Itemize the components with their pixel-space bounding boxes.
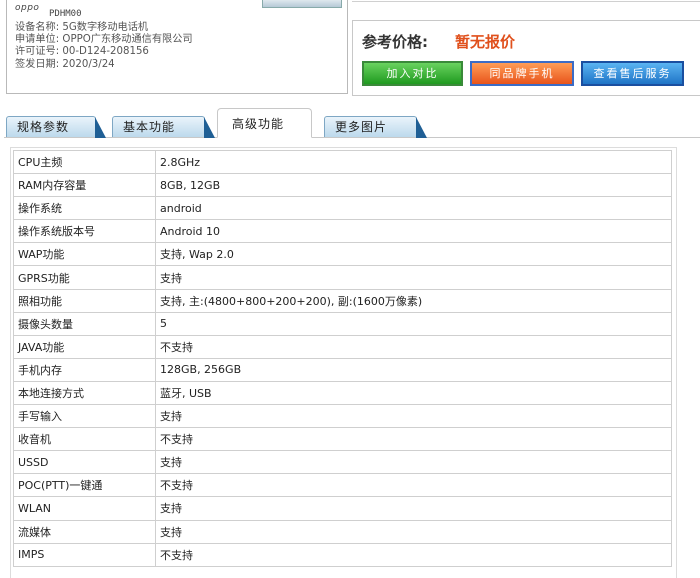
brand-logo: oppo <box>15 3 40 13</box>
device-name-line: 设备名称: 5G数字移动电话机 <box>15 22 149 33</box>
spec-value: 支持, Wap 2.0 <box>155 242 672 267</box>
spec-value: 支持 <box>155 519 672 544</box>
spec-value: 不支持 <box>155 427 672 452</box>
spec-value: android <box>155 196 672 221</box>
table-row: 本地连接方式 蓝牙, USB <box>13 380 672 406</box>
spec-key: 流媒体 <box>13 519 156 544</box>
spec-value: 蓝牙, USB <box>155 380 672 406</box>
table-row: IMPS 不支持 <box>13 542 672 567</box>
spec-value: 支持 <box>155 265 672 290</box>
tab-basic-functions[interactable]: 基本功能 <box>112 116 215 138</box>
table-row: RAM内存容量 8GB, 12GB <box>13 173 672 198</box>
spec-value: Android 10 <box>155 219 672 244</box>
applicant-line: 申请单位: OPPO广东移动通信有限公司 <box>15 34 193 46</box>
certificate-info: 设备名称: 5G数字移动电话机 申请单位: OPPO广东移动通信有限公司 许可证… <box>15 22 193 71</box>
spec-key: GPRS功能 <box>13 265 156 290</box>
price-value: 暂无报价 <box>455 33 516 51</box>
table-row: USSD 支持 <box>13 450 672 475</box>
table-row: JAVA功能 不支持 <box>13 334 672 359</box>
spec-value: 8GB, 12GB <box>155 173 672 198</box>
add-to-compare-button[interactable]: 加入对比 <box>362 61 463 86</box>
table-row: 手机内存 128GB, 256GB <box>13 357 672 382</box>
spec-key: RAM内存容量 <box>13 173 156 198</box>
spec-key: POC(PTT)一键通 <box>13 473 156 498</box>
model-code: PDHM00 <box>49 9 82 19</box>
spec-value: 5 <box>155 311 672 336</box>
spec-key: 手写输入 <box>13 404 156 429</box>
issue-date-line: 签发日期: 2020/3/24 <box>15 58 115 70</box>
after-sales-service-button[interactable]: 查看售后服务 <box>581 61 684 86</box>
table-row: 摄像头数量 5 <box>13 311 672 336</box>
spec-key: 操作系统 <box>13 196 156 221</box>
certificate-image <box>262 0 342 8</box>
table-row: GPRS功能 支持 <box>13 265 672 290</box>
spec-value: 支持 <box>155 404 672 429</box>
spec-key: CPU主频 <box>13 149 156 175</box>
table-row: 操作系统版本号 Android 10 <box>13 219 672 244</box>
spec-key: 照相功能 <box>13 288 156 313</box>
divider <box>352 1 700 2</box>
table-row: POC(PTT)一键通 不支持 <box>13 473 672 498</box>
spec-value: 不支持 <box>155 473 672 498</box>
table-row: 收音机 不支持 <box>13 427 672 452</box>
spec-value: 128GB, 256GB <box>155 357 672 382</box>
spec-key: 操作系统版本号 <box>13 219 156 244</box>
tab-specifications[interactable]: 规格参数 <box>6 116 106 138</box>
price-panel: 参考价格: 暂无报价 加入对比 同品牌手机 查看售后服务 <box>352 20 700 96</box>
table-row: 照相功能 支持, 主:(4800+800+200+200), 副:(1600万像素… <box>13 288 672 313</box>
spec-value: 支持 <box>155 450 672 475</box>
spec-value: 支持, 主:(4800+800+200+200), 副:(1600万像素) <box>155 288 672 313</box>
spec-table: CPU主频 2.8GHz RAM内存容量 8GB, 12GB 操作系统 android 操作… <box>13 149 672 567</box>
spec-key: WLAN <box>13 496 156 521</box>
spec-key: WAP功能 <box>13 242 156 267</box>
spec-key: 摄像头数量 <box>13 311 156 336</box>
product-info-panel: oppo PDHM00 设备名称: 5G数字移动电话机 申请单位: OPPO广东… <box>6 0 348 94</box>
spec-value: 不支持 <box>155 334 672 359</box>
price-label: 参考价格: <box>362 33 428 51</box>
license-number-line: 许可证号: 00-D124-208156 <box>15 46 149 58</box>
spec-value: 支持 <box>155 496 672 521</box>
spec-key: 手机内存 <box>13 357 156 382</box>
spec-key: USSD <box>13 450 156 475</box>
table-row: WAP功能 支持, Wap 2.0 <box>13 242 672 267</box>
spec-key: 本地连接方式 <box>13 380 156 406</box>
table-row: 操作系统 android <box>13 196 672 221</box>
table-row: 手写输入 支持 <box>13 404 672 429</box>
spec-value: 2.8GHz <box>155 149 672 175</box>
table-row: CPU主频 2.8GHz <box>13 149 672 175</box>
spec-key: IMPS <box>13 542 156 567</box>
spec-key: JAVA功能 <box>13 334 156 359</box>
tab-bar: 规格参数 基本功能 高级功能 更多图片 <box>4 108 700 138</box>
tab-more-pictures[interactable]: 更多图片 <box>324 116 427 138</box>
same-brand-phones-button[interactable]: 同品牌手机 <box>470 61 574 86</box>
tab-advanced-functions[interactable]: 高级功能 <box>217 108 312 138</box>
table-row: WLAN 支持 <box>13 496 672 521</box>
table-row: 流媒体 支持 <box>13 519 672 544</box>
spec-value: 不支持 <box>155 542 672 567</box>
spec-key: 收音机 <box>13 427 156 452</box>
